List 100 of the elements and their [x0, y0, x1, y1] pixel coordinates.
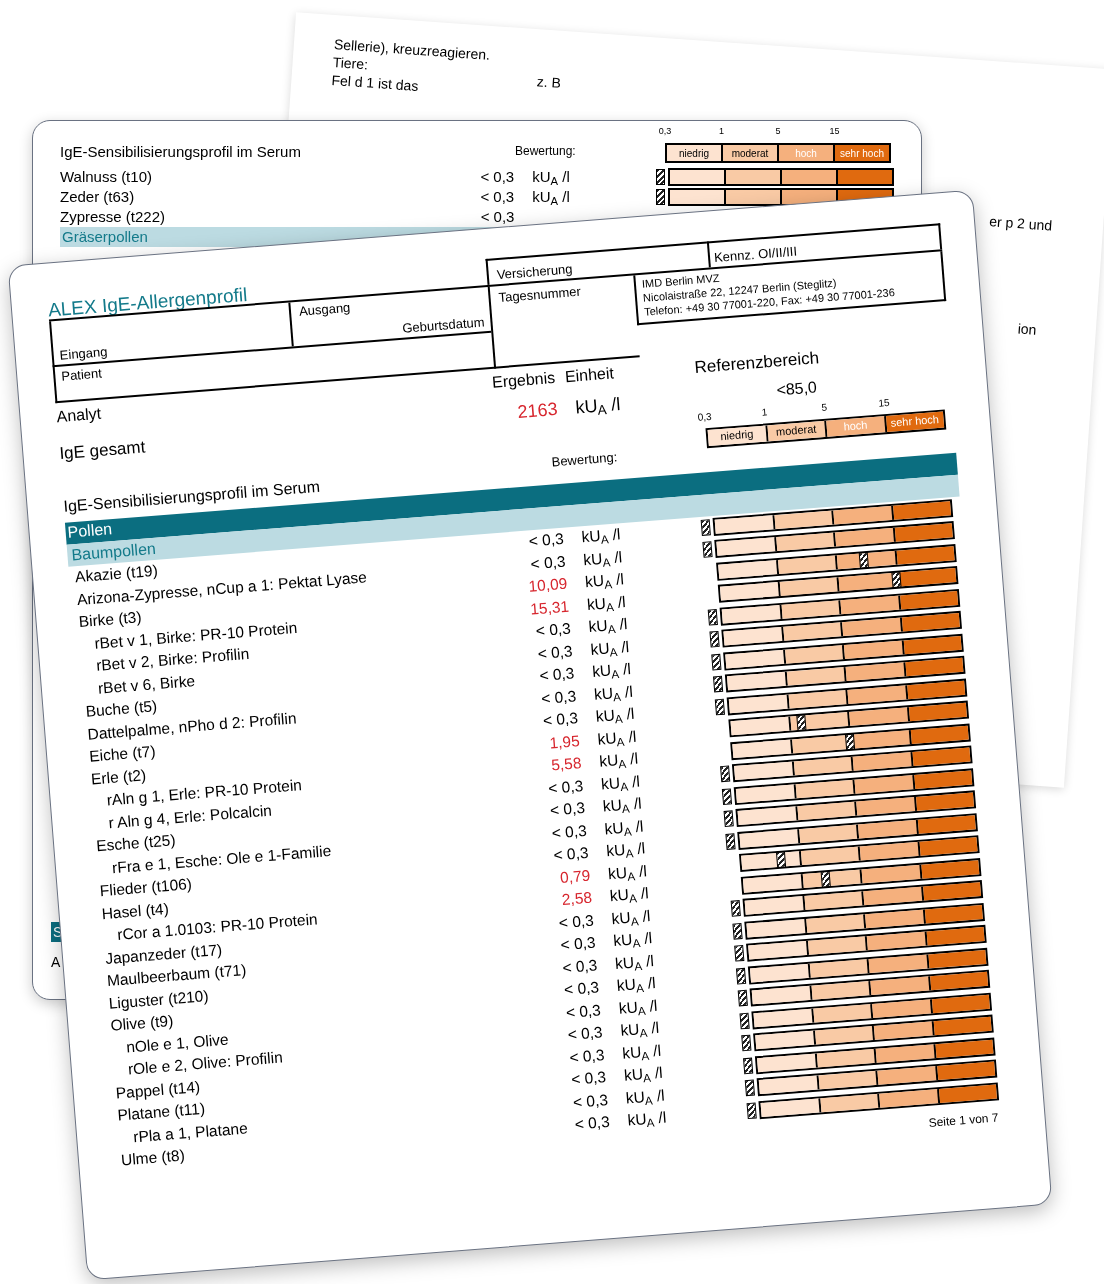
field-label: Versicherung — [496, 259, 574, 284]
result-value: < 0,3 — [551, 842, 590, 866]
result-value: < 0,3 — [567, 1044, 606, 1068]
bar-segment — [931, 994, 990, 1013]
field-label: Patient — [60, 365, 103, 384]
column-header: Referenzbereich — [693, 347, 821, 379]
unit-label: kU$_{A}$ /l — [617, 995, 659, 1019]
bar-segment — [922, 882, 982, 901]
bar-segment — [938, 1084, 997, 1103]
bar-segment — [814, 1026, 875, 1045]
unit-label: kU$_{A}$ /l — [614, 950, 656, 975]
bar-segment — [877, 1066, 938, 1085]
bar-segment — [774, 510, 835, 529]
document-text: ion — [1017, 319, 1038, 340]
unit-label: kU$_{A}$ /l — [587, 614, 629, 638]
result-value: < 0,3 — [479, 206, 515, 227]
unit-label: kU$_{A}$ /l — [616, 973, 658, 997]
result-value: 5,58 — [549, 753, 583, 776]
bar-segment — [915, 792, 974, 812]
bar-segment — [843, 640, 905, 659]
unit-label: kU$_{A}$ /l — [608, 883, 651, 907]
column-header: Ergebnis — [491, 367, 556, 393]
result-value: < 0,3 — [573, 1112, 611, 1135]
bar-segment — [784, 644, 845, 664]
bar-segment — [847, 685, 908, 704]
bar-segment — [935, 1039, 994, 1058]
unit-label: kU$_{A}$ /l — [573, 392, 622, 421]
bar-segment — [788, 689, 849, 709]
bar-segment — [926, 927, 985, 946]
bar-segment — [800, 846, 861, 866]
result-value: < 0,3 — [548, 798, 586, 821]
result-value: 2,58 — [560, 887, 593, 911]
analyte-name: Pappel (t14) — [114, 1076, 202, 1102]
bar-segment — [812, 1003, 874, 1023]
scale-tick: 15 — [878, 397, 890, 409]
result-value: 10,09 — [526, 573, 569, 597]
bar-segment — [819, 1093, 881, 1113]
result-value: < 0,3 — [564, 999, 602, 1023]
document-text: er p 2 und — [988, 212, 1053, 236]
bar-segment — [896, 545, 955, 565]
bar-segment — [802, 869, 863, 888]
unit-label: kU$_{A}$ /l — [612, 928, 654, 952]
report-title: ALEX IgE-Allergenprofil — [47, 284, 248, 320]
result-value: < 0,3 — [539, 685, 577, 709]
bar-segment — [929, 972, 989, 991]
unit-label: kU$_{A}$ /l — [601, 793, 644, 817]
page-number: Seite 1 von 7 — [927, 1109, 1000, 1132]
reference-range: <85,0 — [775, 376, 818, 401]
result-value: < 0,3 — [541, 708, 579, 732]
result-value: < 0,3 — [560, 955, 599, 978]
rating-label: Bewertung: — [515, 143, 577, 160]
bar-segment — [873, 1021, 935, 1041]
unit-label: kU$_{A}$ /l — [584, 569, 626, 593]
analyte-name: Erle (t2) — [89, 764, 148, 790]
bar-segment — [804, 891, 865, 911]
bar-segment — [793, 757, 854, 776]
bar-segment — [836, 550, 898, 570]
unit-label: kU$_{A}$ /l — [594, 703, 637, 728]
bar-segment — [838, 170, 892, 184]
bar-segment — [796, 801, 858, 821]
scale-tick: 5 — [775, 127, 781, 136]
unit-label: kU$_{A}$ /l — [532, 166, 571, 189]
unit-label: kU$_{A}$ /l — [532, 186, 571, 209]
analyte-name: Walnuss (t10) — [60, 166, 153, 187]
result-value: 1,95 — [547, 730, 581, 754]
bar-segment — [879, 1088, 940, 1108]
analyte-name: Zypresse (t222) — [60, 206, 167, 227]
bar-segment — [859, 842, 921, 861]
bar-segment — [927, 949, 987, 969]
bar-segment — [875, 1043, 937, 1063]
analyte-name: Liguster (t210) — [107, 986, 211, 1014]
bar-segment — [919, 837, 978, 856]
analyte-name: Eiche (t7) — [87, 741, 158, 767]
result-value: < 0,3 — [550, 820, 588, 844]
result-value: < 0,3 — [546, 775, 584, 799]
bar-segment — [903, 635, 962, 655]
bar-segment — [854, 774, 915, 794]
bar-segment — [924, 904, 983, 924]
field-label: Eingang — [58, 342, 109, 365]
unit-label: kU$_{A}$ /l — [621, 1040, 663, 1064]
bar-segment — [777, 555, 838, 574]
unit-label: kU$_{A}$ /l — [600, 771, 642, 795]
section-title: IgE-Sensibilisierungsprofil im Serum — [60, 141, 302, 162]
unit-label: kU$_{A}$ /l — [605, 838, 647, 862]
result-value: < 0,3 — [559, 932, 597, 956]
result-value: < 0,3 — [562, 977, 600, 1001]
bar-segment — [775, 532, 837, 552]
bar-segment — [905, 658, 964, 677]
result-value: < 0,3 — [566, 1022, 604, 1046]
result-value: < 0,3 — [557, 910, 595, 933]
bar-segment — [858, 819, 919, 839]
bar-segment — [781, 600, 842, 619]
unit-label: kU$_{A}$ /l — [610, 905, 652, 930]
unit-label: kU$_{A}$ /l — [596, 726, 638, 750]
bar-segment — [863, 886, 924, 906]
bar-segment — [910, 725, 969, 744]
bar-segment — [833, 505, 894, 525]
bar-segment — [870, 976, 931, 996]
bar-segment — [899, 590, 959, 610]
bar-segment — [872, 999, 933, 1018]
